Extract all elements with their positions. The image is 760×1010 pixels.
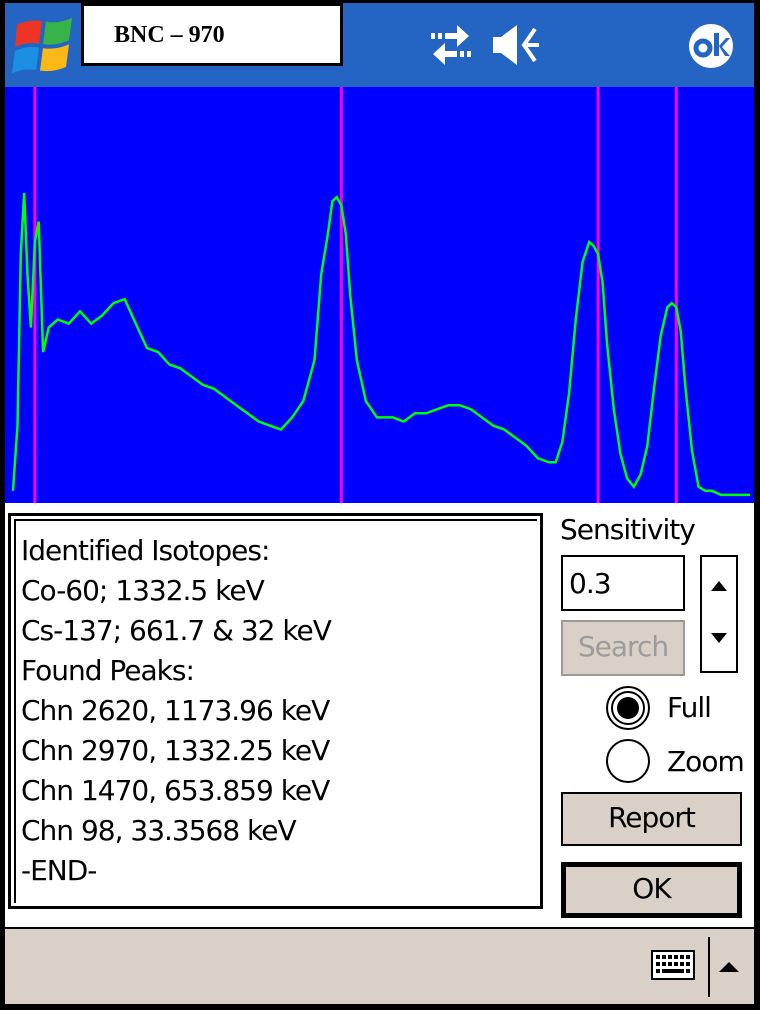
results-line: Chn 98, 33.3568 keV xyxy=(21,814,297,847)
results-line: Found Peaks: xyxy=(21,654,195,687)
start-button[interactable] xyxy=(7,5,83,85)
full-radio[interactable] xyxy=(606,686,650,730)
sensitivity-down-button[interactable] xyxy=(700,611,738,673)
sip-menu-arrow-icon[interactable] xyxy=(719,962,739,972)
ok-icon[interactable] xyxy=(688,23,734,69)
app-title: BNC – 970 xyxy=(114,22,225,48)
title-bar: BNC – 970 xyxy=(5,3,754,87)
spectrum-series xyxy=(11,192,750,497)
sip-divider xyxy=(708,937,710,997)
device-screen: BNC – 970 Identified Isotopes: Co-60; 13… xyxy=(5,3,754,1004)
search-button[interactable]: Search xyxy=(561,620,685,676)
sensitivity-up-button[interactable] xyxy=(700,555,738,613)
full-radio-label[interactable]: Full xyxy=(667,691,712,724)
arrow-down-icon xyxy=(711,633,727,643)
zoom-radio[interactable] xyxy=(606,739,650,783)
results-line: Chn 2970, 1332.25 keV xyxy=(21,734,330,767)
results-lines: Identified Isotopes: Co-60; 1332.5 keV C… xyxy=(21,531,332,891)
app-title-box: BNC – 970 xyxy=(81,3,343,66)
control-panel: Identified Isotopes: Co-60; 1332.5 keV C… xyxy=(5,503,754,927)
results-line: Cs-137; 661.7 & 32 keV xyxy=(21,614,332,647)
spectrum-line xyxy=(11,192,750,497)
results-line: Chn 1470, 653.859 keV xyxy=(21,774,330,807)
windows-flag-icon xyxy=(12,17,72,74)
results-line: Identified Isotopes: xyxy=(21,534,270,567)
ok-button[interactable]: OK xyxy=(561,862,742,918)
radio-selected-dot xyxy=(617,697,639,719)
keyboard-icon[interactable] xyxy=(651,950,695,980)
results-line: -END- xyxy=(21,854,97,887)
results-line: Co-60; 1332.5 keV xyxy=(21,574,265,607)
volume-icon[interactable] xyxy=(493,23,541,67)
results-textbox[interactable]: Identified Isotopes: Co-60; 1332.5 keV C… xyxy=(8,513,543,909)
report-button[interactable]: Report xyxy=(561,792,742,846)
sensitivity-label: Sensitivity xyxy=(560,513,696,546)
arrow-up-icon xyxy=(711,581,727,591)
peak-markers xyxy=(33,87,678,503)
sensitivity-input[interactable]: 0.3 xyxy=(561,555,685,611)
menu-bar xyxy=(5,927,754,1004)
zoom-radio-label[interactable]: Zoom xyxy=(667,745,745,778)
connectivity-icon[interactable] xyxy=(429,25,473,65)
results-line: Chn 2620, 1173.96 keV xyxy=(21,694,330,727)
spectrum-plot[interactable] xyxy=(5,87,754,503)
